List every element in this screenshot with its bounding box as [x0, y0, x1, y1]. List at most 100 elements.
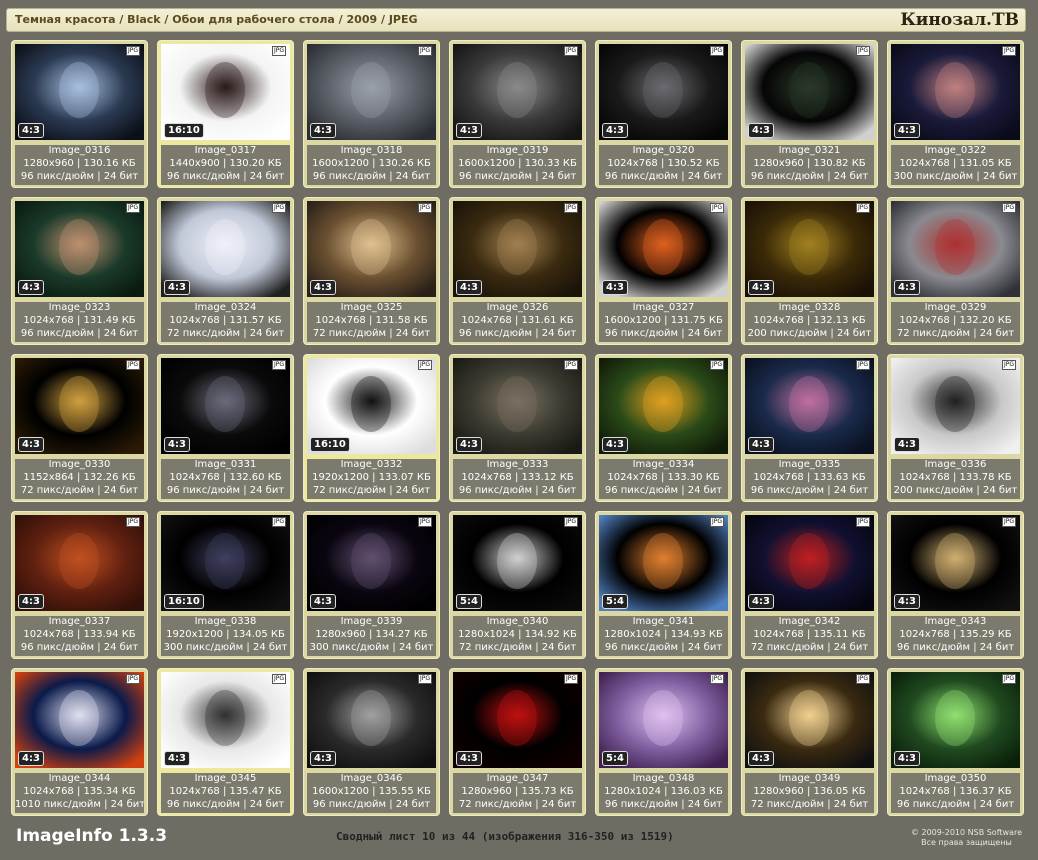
thumbnail-name: Image_0348: [632, 773, 695, 784]
thumbnail-info: Image_0320 1024x768 | 130.52 КБ 96 пикс/дю…: [599, 145, 728, 185]
aspect-ratio-badge: 4:3: [310, 280, 336, 295]
thumbnail-image[interactable]: JPG 4:3: [307, 201, 436, 297]
thumbnail-card[interactable]: JPG 4:3 Image_0346 1600x1200 | 135.55 КБ 96 …: [303, 668, 440, 816]
thumbnail-image[interactable]: JPG 4:3: [307, 672, 436, 768]
thumbnail-image[interactable]: JPG 4:3: [453, 672, 582, 768]
aspect-ratio-badge: 4:3: [894, 751, 920, 766]
thumbnail-card[interactable]: JPG 16:10 Image_0317 1440x900 | 130.20 КБ 96…: [157, 40, 294, 188]
thumbnail-card[interactable]: JPG 4:3 Image_0324 1024x768 | 131.57 КБ 72 п…: [157, 197, 294, 345]
thumbnail-image[interactable]: JPG 4:3: [15, 515, 144, 611]
thumbnail-info: Image_0348 1280x1024 | 136.03 КБ 96 пикс/д…: [599, 773, 728, 813]
thumbnail-card[interactable]: JPG 4:3 Image_0336 1024x768 | 133.78 КБ 200 …: [887, 354, 1024, 502]
thumbnail-image[interactable]: JPG 4:3: [15, 201, 144, 297]
thumbnail-image[interactable]: JPG 4:3: [161, 358, 290, 454]
thumbnail-name: Image_0321: [778, 145, 841, 156]
thumbnail-card[interactable]: JPG 4:3 Image_0329 1024x768 | 132.20 КБ 72 п…: [887, 197, 1024, 345]
format-badge: JPG: [855, 517, 870, 527]
thumbnail-image[interactable]: JPG 4:3: [745, 201, 874, 297]
aspect-ratio-badge: 4:3: [456, 437, 482, 452]
thumbnail-card[interactable]: JPG 4:3 Image_0339 1280x960 | 134.27 КБ 300 …: [303, 511, 440, 659]
thumbnail-card[interactable]: JPG 4:3 Image_0345 1024x768 | 135.47 КБ 96 п…: [157, 668, 294, 816]
thumbnail-image[interactable]: JPG 4:3: [15, 672, 144, 768]
thumbnail-info: Image_0337 1024x768 | 133.94 КБ 96 пикс/дю…: [15, 616, 144, 656]
thumbnail-card[interactable]: JPG 4:3 Image_0321 1280x960 | 130.82 КБ 96 п…: [741, 40, 878, 188]
thumbnail-image[interactable]: JPG 5:4: [599, 672, 728, 768]
thumbnail-card[interactable]: JPG 4:3 Image_0319 1600x1200 | 130.33 КБ 96 …: [449, 40, 586, 188]
aspect-ratio-badge: 5:4: [456, 594, 482, 609]
copyright-line: © 2009-2010 NSB Software: [910, 828, 1022, 837]
thumbnail-info: Image_0326 1024x768 | 131.61 КБ 96 пикс/дю…: [453, 302, 582, 342]
thumbnail-image[interactable]: JPG 4:3: [745, 44, 874, 140]
thumbnail-image[interactable]: JPG 4:3: [599, 358, 728, 454]
thumbnail-card[interactable]: JPG 4:3 Image_0318 1600x1200 | 130.26 КБ 96 …: [303, 40, 440, 188]
thumbnail-image[interactable]: JPG 4:3: [745, 672, 874, 768]
thumbnail-image[interactable]: JPG 4:3: [891, 44, 1020, 140]
thumbnail-info: Image_0344 1024x768 | 135.34 КБ 1010 пикс/…: [15, 773, 144, 813]
thumbnail-card[interactable]: JPG 4:3 Image_0322 1024x768 | 131.05 КБ 300 …: [887, 40, 1024, 188]
thumbnail-name: Image_0338: [194, 616, 257, 627]
thumbnail-card[interactable]: JPG 4:3 Image_0343 1024x768 | 135.29 КБ 96 п…: [887, 511, 1024, 659]
thumbnail-image[interactable]: JPG 4:3: [891, 358, 1020, 454]
thumbnail-info: Image_0330 1152x864 | 132.26 КБ 72 пикс/дю…: [15, 459, 144, 499]
thumbnail-image[interactable]: JPG 4:3: [891, 672, 1020, 768]
thumbnail-card[interactable]: JPG 16:10 Image_0338 1920x1200 | 134.05 КБ 3…: [157, 511, 294, 659]
thumbnail-image[interactable]: JPG 4:3: [453, 201, 582, 297]
thumbnail-image[interactable]: JPG 16:10: [161, 44, 290, 140]
aspect-ratio-badge: 4:3: [456, 123, 482, 138]
thumbnail-card[interactable]: JPG 4:3 Image_0349 1280x960 | 136.05 КБ 72 п…: [741, 668, 878, 816]
thumbnail-card[interactable]: JPG 4:3 Image_0320 1024x768 | 130.52 КБ 96 п…: [595, 40, 732, 188]
thumbnail-card[interactable]: JPG 4:3 Image_0342 1024x768 | 135.11 КБ 72 п…: [741, 511, 878, 659]
thumbnail-image[interactable]: JPG 4:3: [15, 44, 144, 140]
thumbnail-image[interactable]: JPG 4:3: [307, 515, 436, 611]
thumbnail-info: Image_0328 1024x768 | 132.13 КБ 200 пикс/д…: [745, 302, 874, 342]
thumbnail-image[interactable]: JPG 4:3: [307, 44, 436, 140]
thumbnail-image[interactable]: JPG 4:3: [453, 358, 582, 454]
thumbnail-info: Image_0340 1280x1024 | 134.92 КБ 72 пикс/д…: [453, 616, 582, 656]
thumbnail-card[interactable]: JPG 4:3 Image_0327 1600x1200 | 131.75 КБ 96 …: [595, 197, 732, 345]
thumbnail-image[interactable]: JPG 4:3: [745, 515, 874, 611]
thumbnail-card[interactable]: JPG 4:3 Image_0350 1024x768 | 136.37 КБ 96 п…: [887, 668, 1024, 816]
thumbnail-image[interactable]: JPG 5:4: [599, 515, 728, 611]
thumbnail-image[interactable]: JPG 4:3: [891, 201, 1020, 297]
thumbnail-card[interactable]: JPG 4:3 Image_0337 1024x768 | 133.94 КБ 96 п…: [11, 511, 148, 659]
thumbnail-card[interactable]: JPG 4:3 Image_0333 1024x768 | 133.12 КБ 96 п…: [449, 354, 586, 502]
format-badge: JPG: [563, 46, 578, 56]
breadcrumb[interactable]: Темная красота / Black / Обои для рабоче…: [15, 13, 418, 26]
thumbnail-card[interactable]: JPG 4:3 Image_0325 1024x768 | 131.58 КБ 72 п…: [303, 197, 440, 345]
thumbnail-card[interactable]: JPG 4:3 Image_0323 1024x768 | 131.49 КБ 96 п…: [11, 197, 148, 345]
thumbnail-card[interactable]: JPG 4:3 Image_0344 1024x768 | 135.34 КБ 1010…: [11, 668, 148, 816]
thumbnail-info: Image_0319 1600x1200 | 130.33 КБ 96 пикс/д…: [453, 145, 582, 185]
thumbnail-image[interactable]: JPG 5:4: [453, 515, 582, 611]
thumbnail-image[interactable]: JPG 4:3: [599, 44, 728, 140]
thumbnail-name: Image_0330: [48, 459, 111, 470]
thumbnail-card[interactable]: JPG 4:3 Image_0331 1024x768 | 132.60 КБ 96 п…: [157, 354, 294, 502]
thumbnail-image[interactable]: JPG 4:3: [161, 201, 290, 297]
thumbnail-image[interactable]: JPG 4:3: [15, 358, 144, 454]
thumbnail-card[interactable]: JPG 4:3 Image_0334 1024x768 | 133.30 КБ 96 п…: [595, 354, 732, 502]
thumbnail-info: Image_0318 1600x1200 | 130.26 КБ 96 пикс/д…: [307, 145, 436, 185]
thumbnail-image[interactable]: JPG 16:10: [161, 515, 290, 611]
thumbnail-card[interactable]: JPG 4:3 Image_0347 1280x960 | 135.73 КБ 72 п…: [449, 668, 586, 816]
thumbnail-info: Image_0323 1024x768 | 131.49 КБ 96 пикс/дю…: [15, 302, 144, 342]
thumbnail-image[interactable]: JPG 16:10: [307, 358, 436, 454]
thumbnail-meta: 72 пикс/дюйм | 24 бит: [458, 798, 577, 810]
thumbnail-card[interactable]: JPG 4:3 Image_0316 1280x960 | 130.16 КБ 96 п…: [11, 40, 148, 188]
thumbnail-image[interactable]: JPG 4:3: [453, 44, 582, 140]
thumbnail-image[interactable]: JPG 4:3: [891, 515, 1020, 611]
aspect-ratio-badge: 5:4: [602, 594, 628, 609]
thumbnail-card[interactable]: JPG 5:4 Image_0340 1280x1024 | 134.92 КБ 72 …: [449, 511, 586, 659]
thumbnail-card[interactable]: JPG 16:10 Image_0332 1920x1200 | 133.07 КБ 7…: [303, 354, 440, 502]
thumbnail-card[interactable]: JPG 4:3 Image_0326 1024x768 | 131.61 КБ 96 п…: [449, 197, 586, 345]
thumbnail-name: Image_0339: [340, 616, 403, 627]
thumbnail-name: Image_0332: [340, 459, 403, 470]
thumbnail-card[interactable]: JPG 5:4 Image_0348 1280x1024 | 136.03 КБ 96 …: [595, 668, 732, 816]
thumbnail-info: Image_0325 1024x768 | 131.58 КБ 72 пикс/дю…: [307, 302, 436, 342]
thumbnail-card[interactable]: JPG 4:3 Image_0330 1152x864 | 132.26 КБ 72 п…: [11, 354, 148, 502]
thumbnail-image[interactable]: JPG 4:3: [161, 672, 290, 768]
thumbnail-image[interactable]: JPG 4:3: [745, 358, 874, 454]
thumbnail-image[interactable]: JPG 4:3: [599, 201, 728, 297]
thumbnail-dims: 1280x960 | 130.82 КБ: [753, 157, 866, 169]
thumbnail-card[interactable]: JPG 4:3 Image_0335 1024x768 | 133.63 КБ 96 п…: [741, 354, 878, 502]
thumbnail-card[interactable]: JPG 4:3 Image_0328 1024x768 | 132.13 КБ 200 …: [741, 197, 878, 345]
thumbnail-card[interactable]: JPG 5:4 Image_0341 1280x1024 | 134.93 КБ 96 …: [595, 511, 732, 659]
